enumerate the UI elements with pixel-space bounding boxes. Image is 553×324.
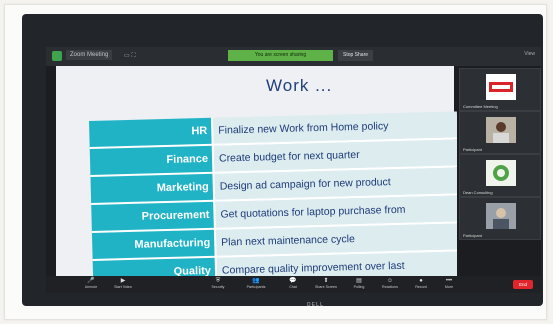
toolbar-label: Reactions [382, 285, 398, 289]
reactions-button[interactable]: ☺ Reactions [373, 278, 407, 289]
department-cell: Manufacturing [91, 228, 216, 260]
polling-icon: ▤ [356, 278, 362, 284]
view-button[interactable]: View [524, 51, 535, 57]
department-cell: Marketing [90, 172, 215, 204]
department-cell: HR [89, 117, 213, 148]
participant-tile[interactable]: Participant [459, 197, 541, 240]
participant-name: Participant [463, 147, 482, 152]
fullscreen-icon[interactable]: ⛶ [131, 53, 135, 59]
chat-button[interactable]: 💬 Chat [276, 278, 310, 289]
participant-panel: Committee Meeting Participant Dean Consu… [457, 66, 541, 276]
share-screen-icon: ⬆ [323, 278, 329, 284]
slide-title: Work ... [266, 76, 333, 95]
zoom-top-bar: Zoom Meeting ▭ ⛶ You are screen sharing … [46, 47, 541, 66]
video-icon: ▶ [120, 278, 126, 284]
zoom-window: Zoom Meeting ▭ ⛶ You are screen sharing … [46, 47, 541, 293]
meeting-toolbar: 🎤 Unmute ▶ Start Video ⛨ Security 👥 Part… [46, 276, 541, 293]
toolbar-label: Security [211, 285, 225, 289]
participant-video-icon [486, 117, 516, 143]
participant-tile[interactable]: Participant [459, 111, 541, 154]
participant-video-icon [486, 203, 516, 229]
participant-name: Participant [463, 233, 482, 238]
polling-button[interactable]: ▤ Polling [342, 278, 376, 289]
shared-slide: Work ... HR Finalize new Work from Home … [56, 66, 462, 288]
participant-name: Committee Meeting [463, 104, 498, 109]
screen-sharing-banner: You are screen sharing [228, 50, 333, 61]
minimize-icon[interactable]: ▭ [124, 53, 130, 59]
security-button[interactable]: ⛨ Security [201, 278, 235, 289]
toolbar-label: Unmute [84, 285, 98, 289]
toolbar-label: Start Video [114, 285, 132, 289]
chat-icon: 💬 [289, 278, 297, 284]
organization-logo-icon [486, 74, 516, 100]
start-video-button[interactable]: ▶ Start Video [106, 278, 140, 289]
shield-icon[interactable] [52, 51, 62, 61]
work-table: HR Finalize new Work from Home policy Fi… [89, 111, 462, 289]
stop-share-button[interactable]: Stop Share [338, 50, 374, 61]
microphone-icon: 🎤 [87, 278, 95, 284]
participant-tile[interactable]: Committee Meeting [459, 68, 541, 111]
unmute-button[interactable]: 🎤 Unmute [74, 278, 108, 289]
toolbar-label: Share Screen [315, 285, 337, 289]
participant-tile[interactable]: Dean Consulting [459, 154, 541, 197]
toolbar-label: Polling [353, 285, 365, 289]
toolbar-label: Chat [289, 285, 297, 289]
department-cell: Finance [89, 144, 214, 176]
security-icon: ⛨ [215, 278, 221, 284]
department-cell: Procurement [91, 200, 215, 232]
monitor-brand-logo: DELL [307, 302, 325, 308]
more-icon: ••• [445, 278, 453, 284]
participants-icon: 👥 [252, 278, 260, 284]
window-title: Zoom Meeting [66, 50, 113, 60]
end-meeting-button[interactable]: End [513, 280, 533, 289]
participant-name: Dean Consulting [463, 190, 493, 195]
toolbar-label: More [444, 285, 454, 289]
participants-button[interactable]: 👥 Participants [239, 278, 273, 289]
toolbar-label: Participants [246, 285, 266, 289]
organization-logo-icon [486, 160, 516, 186]
reactions-icon: ☺ [386, 278, 394, 284]
share-screen-button[interactable]: ⬆ Share Screen [309, 278, 343, 289]
more-button[interactable]: ••• More [432, 278, 466, 289]
window-controls[interactable]: ▭ ⛶ [124, 52, 136, 60]
